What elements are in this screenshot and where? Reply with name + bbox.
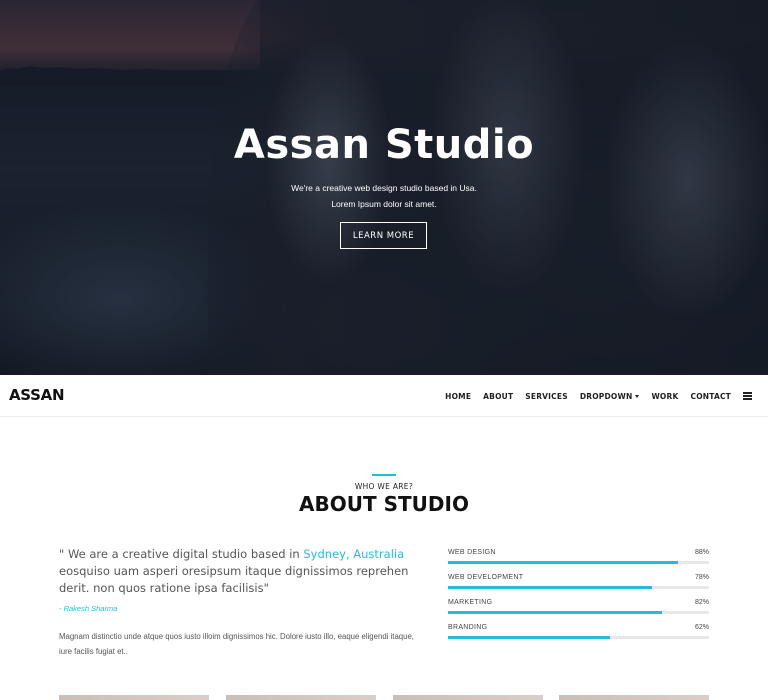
hero-section: Assan Studio We're a creative web design… bbox=[0, 0, 768, 375]
list-icon[interactable] bbox=[743, 392, 752, 400]
skill-percent: 88% bbox=[694, 549, 709, 556]
learn-more-button[interactable]: LEARN MORE bbox=[340, 222, 427, 249]
nav-menu: HOME ABOUT SERVICES DROPDOWN WORK CONTAC… bbox=[433, 375, 752, 417]
section-kicker: WHO WE ARE? bbox=[354, 482, 414, 491]
nav-item-label: SERVICES bbox=[525, 391, 568, 401]
gallery-thumbnail[interactable] bbox=[559, 695, 709, 700]
skill-progress-fill bbox=[448, 636, 610, 639]
quote-text-start: " We are a creative digital studio based… bbox=[59, 547, 304, 561]
skill-item: MARKETING 82% bbox=[448, 599, 709, 624]
hero-content: Assan Studio We're a creative web design… bbox=[0, 0, 768, 375]
nav-item-label: WORK bbox=[651, 391, 679, 401]
skill-progress-fill bbox=[448, 561, 678, 564]
nav-item-services[interactable]: SERVICES bbox=[525, 392, 568, 401]
skill-percent: 82% bbox=[694, 599, 709, 606]
skill-progress-fill bbox=[448, 586, 652, 589]
gallery-thumbnail[interactable] bbox=[59, 695, 209, 700]
nav-item-about[interactable]: ABOUT bbox=[483, 392, 513, 401]
about-body-text: Magnam distinctio unde atque quos iusto … bbox=[59, 632, 414, 656]
hero-title: Assan Studio bbox=[233, 122, 535, 168]
skill-label: MARKETING bbox=[448, 599, 493, 606]
nav-item-label: ABOUT bbox=[483, 391, 514, 401]
about-quote: " We are a creative digital studio based… bbox=[59, 546, 424, 597]
skill-progress-fill bbox=[448, 611, 663, 614]
navbar: ASSAN HOME ABOUT SERVICES DROPDOWN WORK … bbox=[0, 375, 768, 417]
skills-list: WEB DESIGN 88% WEB DEVELOPMENT 78% MARKE… bbox=[448, 549, 709, 649]
skill-item: WEB DEVELOPMENT 78% bbox=[448, 574, 709, 599]
nav-item-label: DROPDOWN bbox=[579, 391, 633, 401]
nav-item-work[interactable]: WORK bbox=[651, 392, 678, 401]
gallery-thumbnail[interactable] bbox=[226, 695, 376, 700]
skill-label: BRANDING bbox=[448, 624, 488, 631]
skill-item: BRANDING 62% bbox=[448, 624, 709, 649]
skill-label: WEB DEVELOPMENT bbox=[448, 574, 524, 581]
skill-label: WEB DESIGN bbox=[448, 549, 496, 556]
skill-progress-track bbox=[448, 561, 709, 564]
section-divider bbox=[372, 474, 396, 476]
skill-percent: 62% bbox=[694, 624, 709, 631]
caret-down-icon bbox=[635, 394, 640, 398]
gallery-thumbnail[interactable] bbox=[393, 695, 543, 700]
skill-percent: 78% bbox=[694, 574, 709, 581]
quote-location-link[interactable]: Sydney, Australia bbox=[303, 547, 404, 561]
section-title: ABOUT STUDIO bbox=[299, 492, 469, 516]
skill-progress-track bbox=[448, 611, 709, 614]
nav-item-home[interactable]: HOME bbox=[445, 392, 471, 401]
nav-item-contact[interactable]: CONTACT bbox=[690, 392, 731, 401]
hero-subtitle: We're a creative web design studio based… bbox=[291, 183, 477, 209]
nav-item-label: HOME bbox=[445, 391, 472, 401]
skill-progress-track bbox=[448, 636, 709, 639]
skill-item: WEB DESIGN 88% bbox=[448, 549, 709, 574]
nav-item-dropdown[interactable]: DROPDOWN bbox=[580, 392, 640, 401]
quote-author: - Rakesh Sharma bbox=[59, 604, 118, 613]
nav-item-label: CONTACT bbox=[690, 391, 731, 401]
quote-text-end: eosquiso uam asperi oresipsum itaque dig… bbox=[59, 564, 409, 595]
skill-progress-track bbox=[448, 586, 709, 589]
site-logo[interactable]: ASSAN bbox=[9, 386, 65, 404]
